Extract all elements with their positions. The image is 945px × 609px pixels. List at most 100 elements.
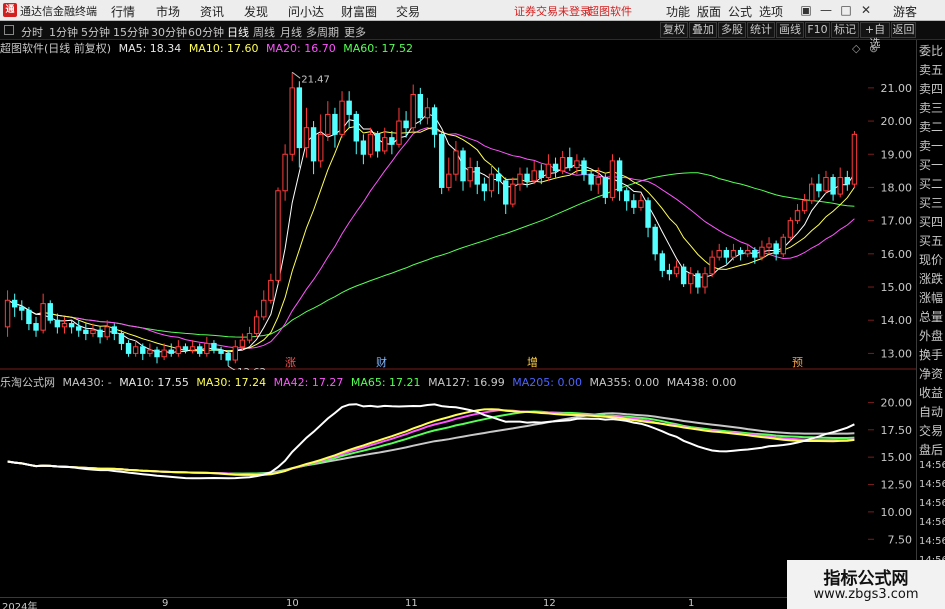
side-panel-item[interactable]: 收益	[919, 384, 945, 401]
price-axis-label: 15.00	[881, 281, 913, 294]
candle	[182, 343, 189, 354]
ma20-line	[7, 127, 855, 349]
candle	[673, 260, 680, 278]
side-panel-item[interactable]: 14:56	[919, 536, 945, 547]
statistics-button[interactable]: 统计	[747, 22, 775, 38]
menu-trade[interactable]: 交易	[396, 3, 420, 20]
price-axis-label: 19.00	[881, 148, 913, 161]
side-panel-item[interactable]: 现价	[919, 251, 945, 268]
minimize-icon[interactable]: —	[818, 2, 834, 18]
ma20-legend: MA20: 16.70	[266, 42, 336, 55]
side-panel-item[interactable]: 买三	[919, 194, 945, 211]
candle	[460, 147, 466, 191]
price-chart-title[interactable]: 超图软件(日线 前复权)	[0, 42, 111, 55]
f10-button[interactable]: F10	[805, 22, 830, 38]
event-marker[interactable]: 增	[527, 355, 538, 369]
menu-function[interactable]: 功能	[666, 3, 690, 20]
side-panel-item[interactable]: 买一	[919, 156, 945, 173]
period-more[interactable]: 更多	[344, 24, 366, 40]
time-label: 2024年	[2, 602, 38, 609]
side-panel-item[interactable]: 14:56	[919, 479, 945, 490]
period-tick[interactable]: 分时	[21, 24, 43, 40]
period-30min[interactable]: 30分钟	[151, 24, 187, 40]
side-panel-item[interactable]: 换手	[919, 346, 945, 363]
chart-expand-icon[interactable]: ⊗	[869, 42, 878, 55]
side-panel-item[interactable]: 卖一	[919, 137, 945, 154]
event-marker[interactable]: 预	[792, 356, 803, 369]
login-status[interactable]: 证券交易未登录	[514, 3, 591, 19]
period-weekly[interactable]: 周线	[253, 24, 275, 40]
side-panel-item[interactable]: 自动	[919, 403, 945, 420]
side-panel-item[interactable]: 14:56	[919, 498, 945, 509]
period-monthly[interactable]: 月线	[280, 24, 302, 40]
software-status[interactable]: 超图软件	[588, 3, 632, 19]
menu-market[interactable]: 市场	[156, 3, 180, 20]
menu-ask[interactable]: 问小达	[288, 3, 324, 20]
side-panel-item[interactable]: 涨跌	[919, 270, 945, 287]
price-chart[interactable]: 21.00 20.00 19.00 18.00 17.00 16.00 15.00 14.00…	[0, 40, 916, 370]
mark-button[interactable]: 标记	[831, 22, 859, 38]
indicator-axis-label: 17.50	[881, 424, 913, 437]
maximize-icon[interactable]: □	[838, 2, 854, 18]
add-watchlist-button[interactable]: +自选	[860, 22, 890, 50]
indicator-chart[interactable]: 20.0017.5015.0012.5010.007.505.002.50	[0, 372, 916, 597]
candle	[83, 323, 89, 341]
candle	[175, 340, 182, 357]
restore-icon[interactable]: ▣	[798, 2, 814, 18]
event-marker[interactable]: 涨	[285, 356, 296, 369]
chart-settings-icon[interactable]: ◇	[852, 42, 861, 55]
close-icon[interactable]: ✕	[858, 2, 874, 18]
side-panel-item[interactable]: 卖二	[919, 118, 945, 135]
side-panel-item[interactable]: 买五	[919, 232, 945, 249]
candle	[730, 243, 737, 261]
menu-news[interactable]: 资讯	[200, 3, 224, 20]
candle	[474, 160, 480, 195]
side-panel-item[interactable]: 外盘	[919, 327, 945, 344]
overlay-button[interactable]: 叠加	[689, 22, 717, 38]
period-5min[interactable]: 5分钟	[81, 24, 110, 40]
side-panel-item[interactable]: 涨幅	[919, 289, 945, 306]
menu-quotes[interactable]: 行情	[111, 3, 135, 20]
adjust-button[interactable]: 复权	[660, 22, 688, 38]
candle	[531, 160, 537, 185]
menu-discover[interactable]: 发现	[244, 3, 268, 20]
side-panel-item[interactable]: 总量	[919, 308, 945, 325]
back-button[interactable]: 返回	[891, 22, 916, 38]
menu-wealth[interactable]: 财富圈	[341, 3, 377, 20]
period-daily[interactable]: 日线	[227, 24, 249, 40]
multi-stock-button[interactable]: 多股	[718, 22, 746, 38]
side-panel-item[interactable]: 14:56	[919, 460, 945, 471]
event-marker[interactable]: 财	[376, 355, 387, 369]
side-panel-item[interactable]: 卖三	[919, 99, 945, 116]
user-name[interactable]: 游客	[893, 3, 917, 20]
time-label: 12	[543, 598, 556, 609]
panel-toggle-icon[interactable]	[4, 25, 14, 35]
period-15min[interactable]: 15分钟	[113, 24, 149, 40]
side-panel-item[interactable]: 14:56	[919, 517, 945, 528]
side-panel-item[interactable]: 买四	[919, 213, 945, 230]
side-panel-item[interactable]: 净资	[919, 365, 945, 382]
indicator-name[interactable]: 乐淘公式网	[0, 376, 55, 389]
candle	[552, 157, 559, 178]
menu-options[interactable]: 选项	[759, 3, 783, 20]
side-panel-item[interactable]: 交易	[919, 422, 945, 439]
menu-layout[interactable]: 版面	[697, 3, 721, 20]
draw-line-button[interactable]: 画线	[776, 22, 804, 38]
period-multi[interactable]: 多周期	[306, 24, 339, 40]
side-panel-item[interactable]: 卖五	[919, 61, 945, 78]
candle	[147, 343, 153, 357]
menu-formula[interactable]: 公式	[728, 3, 752, 20]
candle	[204, 336, 210, 357]
candle	[168, 343, 174, 357]
side-panel-item[interactable]: 买二	[919, 175, 945, 192]
indicator-axis-label: 15.00	[881, 451, 913, 464]
side-panel-item[interactable]: 委比	[919, 42, 945, 59]
period-1min[interactable]: 1分钟	[49, 24, 78, 40]
period-60min[interactable]: 60分钟	[188, 24, 224, 40]
ma5-line	[7, 113, 855, 354]
candle	[624, 187, 630, 211]
candle	[374, 131, 381, 158]
side-panel-item[interactable]: 卖四	[919, 80, 945, 97]
high-price-label: 21.47	[301, 74, 330, 85]
side-panel-item[interactable]: 盘后	[919, 441, 945, 458]
